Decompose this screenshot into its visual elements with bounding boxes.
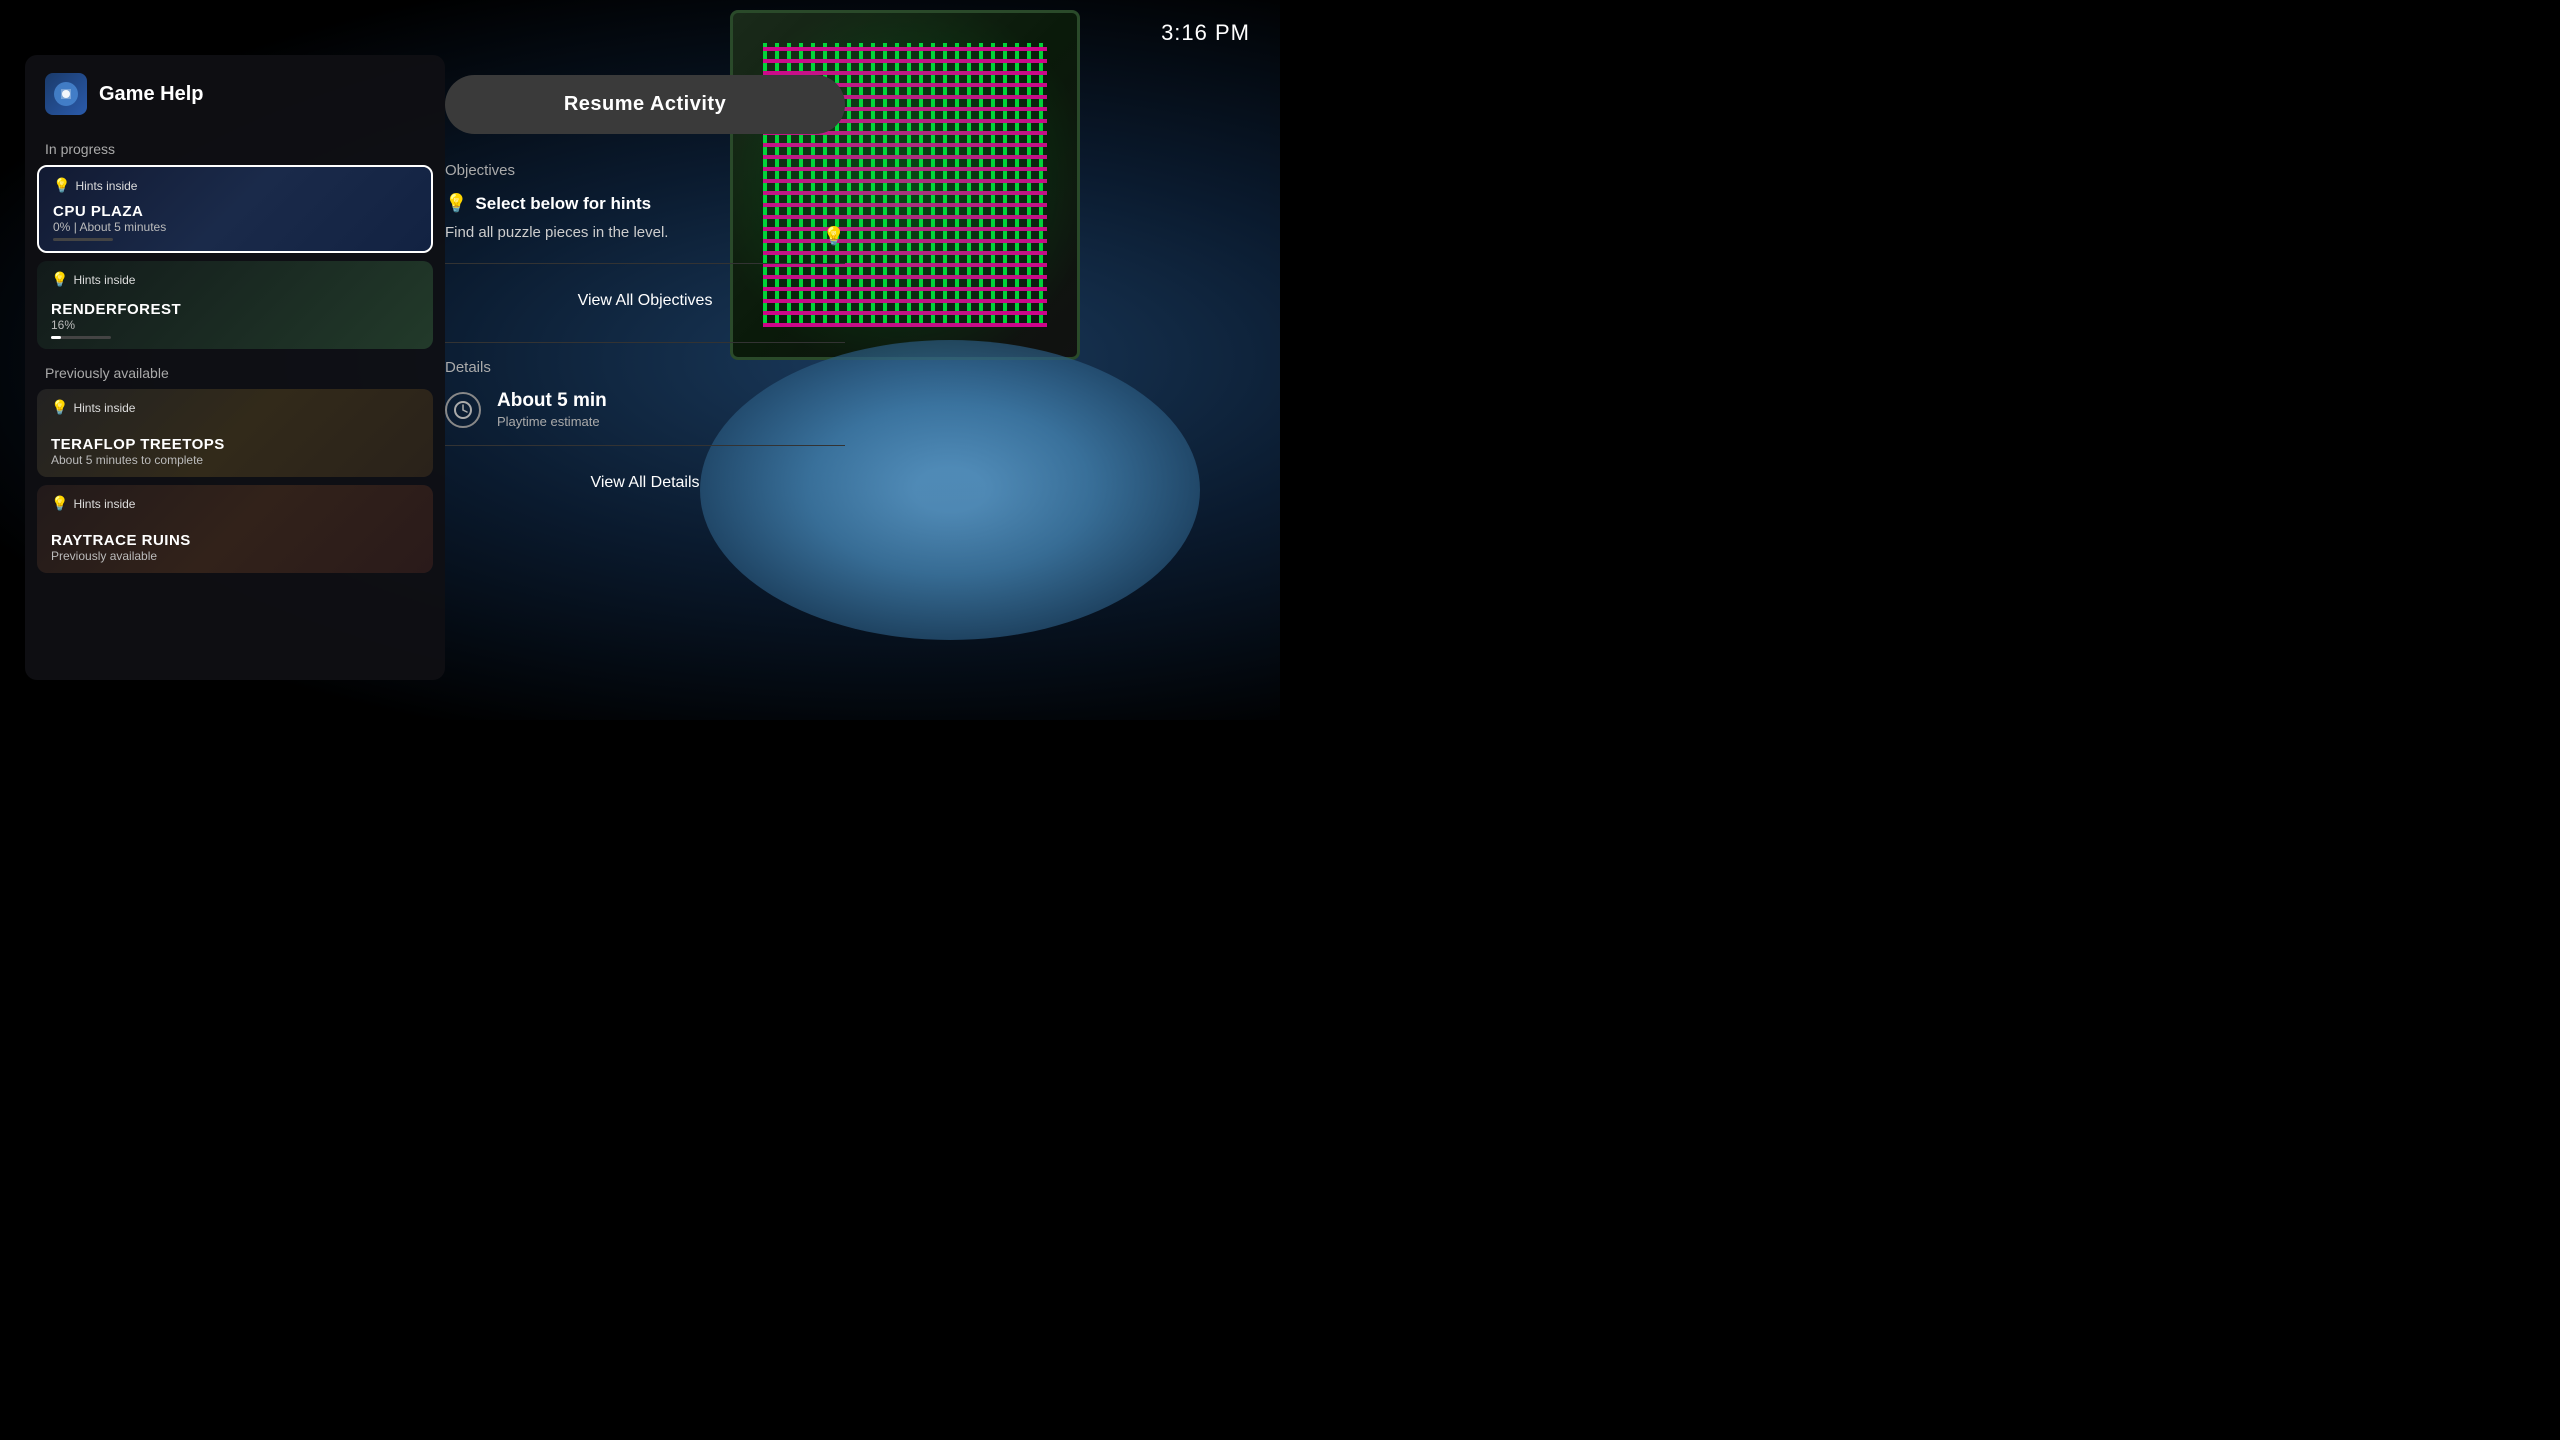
hints-label-render: Hints inside [73,273,135,287]
item-content-ray: 💡 Hints inside RAYTRACE RUINS Previously… [37,485,433,573]
progress-bar-cpu [53,238,113,241]
objectives-label: Objectives [445,162,845,179]
right-panel: Resume Activity Objectives 💡 Select belo… [445,55,845,680]
divider-details-top [445,342,845,343]
clock-icon [445,392,481,428]
objective-icon: 💡 [445,193,467,214]
panel-header: Game Help [25,55,445,133]
panel-title: Game Help [99,83,203,106]
game-help-panel: Game Help In progress 💡 Hints inside CPU… [25,55,445,680]
activity-item-raytrace[interactable]: 💡 Hints inside RAYTRACE RUINS Previously… [37,485,433,573]
hints-icon-tera: 💡 [51,399,68,416]
item-detail-render: 16% [51,318,419,332]
view-all-objectives-button[interactable]: View All Objectives [445,280,845,322]
hint-trigger-icon[interactable]: 💡 [823,226,845,247]
activity-item-cpu-plaza[interactable]: 💡 Hints inside CPU PLAZA 0% | About 5 mi… [37,165,433,253]
details-info: About 5 min Playtime estimate [497,390,607,429]
hints-label-ray: Hints inside [73,497,135,511]
game-icon [45,73,87,115]
item-name-ray: RAYTRACE RUINS [51,532,419,549]
hints-icon-render: 💡 [51,271,68,288]
hints-badge-ray: 💡 Hints inside [51,495,419,512]
hints-icon-ray: 💡 [51,495,68,512]
objective-main: 💡 Select below for hints [445,193,845,214]
objective-desc-row: Find all puzzle pieces in the level. 💡 [445,224,845,247]
item-content-cpu: 💡 Hints inside CPU PLAZA 0% | About 5 mi… [39,167,431,251]
hints-icon-cpu: 💡 [53,177,70,194]
item-name-render: RENDERFOREST [51,301,419,318]
hints-badge-tera: 💡 Hints inside [51,399,419,416]
divider-objectives [445,263,845,264]
playtime-label: Playtime estimate [497,414,607,429]
previously-available-label: Previously available [25,357,445,389]
view-all-details-button[interactable]: View All Details [445,462,845,504]
item-detail-ray: Previously available [51,549,419,563]
item-detail-cpu: 0% | About 5 minutes [53,220,417,234]
activity-item-teraflop[interactable]: 💡 Hints inside TERAFLOP TREETOPS About 5… [37,389,433,477]
in-progress-label: In progress [25,133,445,165]
item-detail-tera: About 5 minutes to complete [51,453,419,467]
item-name-cpu: CPU PLAZA [53,203,417,220]
activity-item-renderforest[interactable]: 💡 Hints inside RENDERFOREST 16% [37,261,433,349]
item-content-tera: 💡 Hints inside TERAFLOP TREETOPS About 5… [37,389,433,477]
hints-label-cpu: Hints inside [75,179,137,193]
hints-label-tera: Hints inside [73,401,135,415]
item-content-render: 💡 Hints inside RENDERFOREST 16% [37,261,433,349]
resume-button[interactable]: Resume Activity [445,75,845,134]
hints-badge-render: 💡 Hints inside [51,271,419,288]
objective-desc: Find all puzzle pieces in the level. [445,224,813,241]
divider-details-bottom [445,445,845,446]
objective-title: Select below for hints [475,194,651,214]
details-row: About 5 min Playtime estimate [445,390,845,429]
time-display: 3:16 PM [1161,20,1250,46]
details-label: Details [445,359,845,376]
item-name-tera: TERAFLOP TREETOPS [51,436,419,453]
playtime-amount: About 5 min [497,390,607,412]
progress-bar-render [51,336,111,339]
hints-badge-cpu: 💡 Hints inside [53,177,417,194]
